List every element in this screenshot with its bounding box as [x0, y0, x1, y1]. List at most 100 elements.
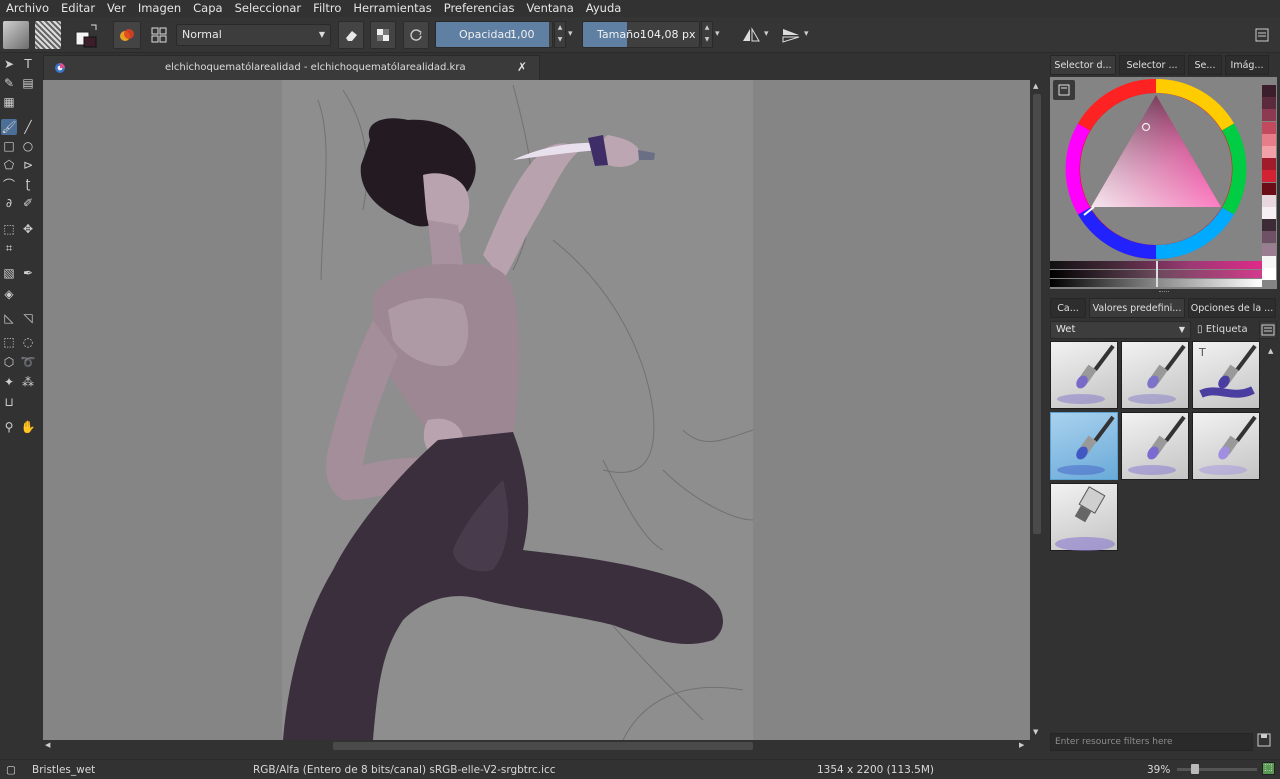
menu-imagen[interactable]: Imagen [131, 0, 186, 17]
edit-shapes-tool[interactable]: ✎ [1, 75, 17, 91]
size-spin-button[interactable]: ▲ ▼ [701, 21, 713, 48]
ellipse-select-tool[interactable]: ◌ [20, 334, 36, 350]
vertical-scrollbar[interactable]: ▲ ▼ [1030, 80, 1044, 740]
multibrush-tool[interactable]: ✐ [20, 195, 36, 211]
palette-swatch[interactable] [1262, 97, 1276, 110]
scroll-up-icon[interactable]: ▲ [1033, 82, 1038, 90]
palette-swatch[interactable] [1262, 207, 1276, 219]
palette-swatch[interactable] [1262, 121, 1276, 134]
dynamic-brush-tool[interactable]: ∂ [1, 195, 17, 211]
size-slider[interactable]: Tamaño: 104,08 px [582, 21, 700, 48]
preserve-alpha-button[interactable] [370, 21, 396, 49]
menu-editar[interactable]: Editar [54, 0, 100, 17]
assistant-tool[interactable]: ◺ [1, 310, 17, 326]
preset-scrollbar[interactable]: ▲ [1268, 343, 1276, 741]
zoom-slider-thumb[interactable] [1191, 764, 1200, 774]
zoom-slider[interactable] [1177, 764, 1257, 774]
palette-swatch[interactable] [1262, 231, 1276, 244]
palette-swatch[interactable] [1262, 219, 1276, 232]
canvas-area[interactable] [43, 80, 1030, 740]
pattern-edit-tool[interactable]: ▦ [1, 94, 17, 110]
ellipse-tool[interactable]: ○ [20, 138, 36, 154]
pan-tool[interactable]: ✋ [20, 419, 36, 435]
text-tool[interactable]: T [20, 56, 36, 72]
menu-seleccionar[interactable]: Seleccionar [228, 0, 307, 17]
menu-ventana[interactable]: Ventana [520, 0, 579, 17]
freehand-path-tool[interactable]: ʈ [20, 176, 36, 192]
blend-mode-select[interactable]: Normal ▼ [176, 24, 331, 46]
menu-capa[interactable]: Capa [186, 0, 227, 17]
tab-brush-presets[interactable]: Valores predefini... [1089, 298, 1185, 318]
menu-preferencias[interactable]: Preferencias [437, 0, 520, 17]
save-resource-button[interactable] [1257, 733, 1275, 751]
line-tool[interactable]: ╱ [20, 119, 36, 135]
freehand-brush-tool[interactable]: 🖌 [1, 119, 17, 135]
brush-preset-thumbnail[interactable] [1050, 412, 1118, 480]
bezier-select-tool[interactable]: ⊔ [1, 394, 17, 410]
polygon-select-tool[interactable]: ⬡ [1, 354, 17, 370]
select-shapes-tool[interactable]: ➤ [1, 56, 17, 72]
palette-swatch[interactable] [1262, 182, 1276, 195]
palette-swatch[interactable] [1262, 146, 1276, 158]
color-history-strip[interactable] [1262, 85, 1276, 281]
brush-preset-thumbnail[interactable] [1192, 412, 1260, 480]
resource-filter-input[interactable]: Enter resource filters here [1050, 733, 1253, 751]
menu-filtro[interactable]: Filtro [306, 0, 346, 17]
toolbar-options-button[interactable] [1250, 21, 1274, 49]
opacity-slider[interactable]: Opacidad: 1,00 [435, 21, 553, 48]
palette-swatch[interactable] [1262, 243, 1276, 256]
brush-presets-button[interactable] [113, 21, 141, 49]
tag-menu-button[interactable]: ▯ Etiqueta ▾ [1197, 321, 1255, 353]
rect-select-tool[interactable]: ⬚ [1, 334, 17, 350]
move-tool[interactable]: ✥ [20, 221, 36, 237]
palette-swatch[interactable] [1262, 255, 1276, 268]
tab-tool-options[interactable]: Opciones de la ... [1188, 298, 1276, 318]
tab-advanced-color-selector[interactable]: Selector d... [1050, 55, 1116, 75]
transform-tool[interactable]: ⬚ [1, 221, 17, 237]
palette-swatch[interactable] [1262, 133, 1276, 146]
preset-tag-select[interactable]: Wet ▼ [1050, 321, 1191, 339]
crop-tool[interactable]: ⌗ [1, 240, 17, 256]
palette-swatch[interactable] [1262, 268, 1276, 280]
tab-reference-images[interactable]: Imág... [1225, 55, 1269, 75]
size-menu-arrow[interactable]: ▾ [715, 29, 720, 39]
palette-swatch[interactable] [1262, 85, 1276, 97]
document-tab[interactable]: elchichoquematólarealidad - elchichoquem… [43, 55, 540, 80]
contiguous-select-tool[interactable]: ✦ [1, 374, 17, 390]
mirror-vertical-menu-arrow[interactable]: ▾ [804, 29, 809, 39]
scroll-left-icon[interactable]: ◀ [45, 741, 50, 749]
dock-splitter-handle[interactable] [1159, 291, 1169, 295]
scroll-right-icon[interactable]: ▶ [1019, 741, 1024, 749]
palette-swatch[interactable] [1262, 158, 1276, 171]
brush-preset-thumbnail[interactable] [1050, 483, 1118, 551]
fill-tool[interactable]: ◈ [1, 286, 17, 302]
workspace-chooser-button[interactable] [146, 21, 172, 49]
polygon-tool[interactable]: ⬠ [1, 157, 17, 173]
brush-preset-thumbnail[interactable] [1050, 341, 1118, 409]
polyline-tool[interactable]: ⊳ [20, 157, 36, 173]
menu-archivo[interactable]: Archivo [0, 0, 54, 17]
brush-preset-status-icon[interactable]: ▢ [6, 762, 16, 778]
pattern-selector-button[interactable] [35, 21, 61, 49]
brush-preset-thumbnail[interactable] [1121, 412, 1189, 480]
palette-swatch[interactable] [1262, 194, 1276, 207]
document-modified-icon[interactable]: ✗ [517, 60, 527, 74]
vertical-scroll-thumb[interactable] [1033, 94, 1041, 534]
preset-view-options-button[interactable] [1259, 321, 1277, 339]
hue-ring-triangle[interactable] [1064, 77, 1249, 262]
fg-bg-color-button[interactable] [72, 21, 102, 49]
palette-swatch[interactable] [1262, 109, 1276, 122]
scroll-down-icon[interactable]: ▼ [1033, 728, 1038, 736]
tab-layers[interactable]: Ca... [1050, 298, 1086, 318]
menu-ayuda[interactable]: Ayuda [579, 0, 627, 17]
tab-color-selector[interactable]: Selector ... [1119, 55, 1185, 75]
gradient-tool[interactable]: ▧ [1, 265, 17, 281]
mirror-horizontal-menu-arrow[interactable]: ▾ [764, 29, 769, 39]
menu-ver[interactable]: Ver [100, 0, 131, 17]
measure-tool[interactable]: ◹ [20, 310, 36, 326]
eraser-mode-button[interactable] [338, 21, 364, 49]
color-picker-tool[interactable]: ✒ [20, 265, 36, 281]
brush-preset-thumbnail[interactable]: T [1192, 341, 1260, 409]
similar-select-tool[interactable]: ⁂ [20, 374, 36, 390]
menu-herramientas[interactable]: Herramientas [346, 0, 436, 17]
